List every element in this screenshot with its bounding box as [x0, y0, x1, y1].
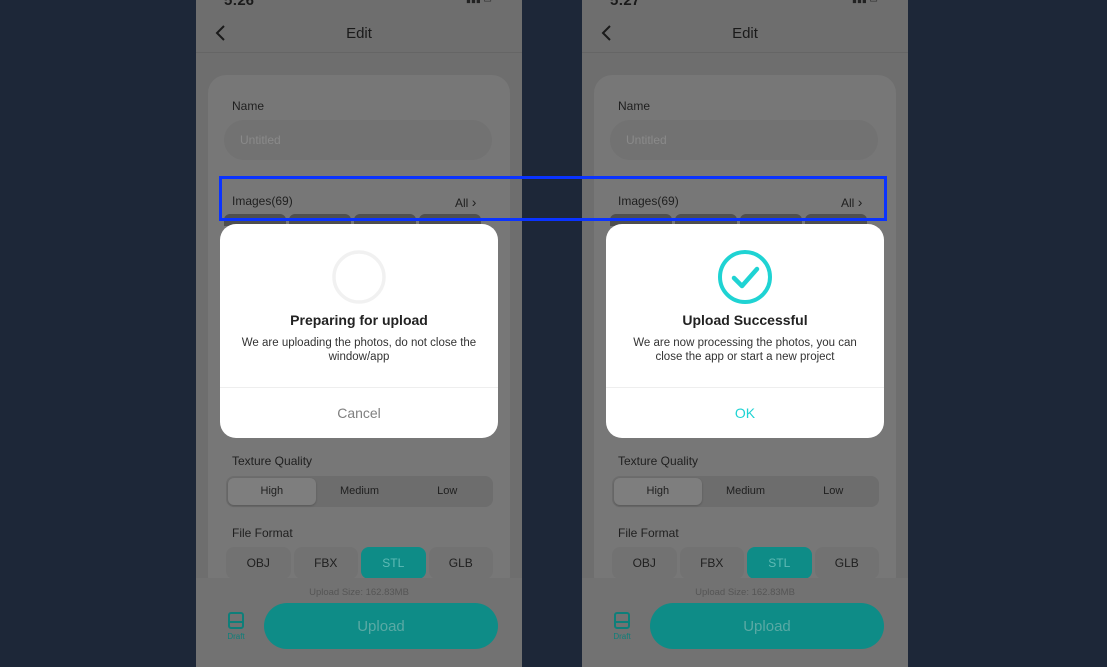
dialog-message: We are now processing the photos, you ca…: [633, 337, 857, 363]
success-check-icon: [717, 249, 773, 305]
divider: [196, 52, 522, 53]
name-label: Name: [232, 99, 265, 113]
format-option-fbx[interactable]: FBX: [679, 547, 744, 579]
draft-label: Draft: [613, 632, 631, 641]
upload-size: Upload Size: 162.83MB: [309, 587, 409, 598]
status-icons: ▮▮▮ ▭: [852, 0, 892, 4]
upload-button[interactable]: Upload: [264, 603, 498, 649]
format-option-stl[interactable]: STL: [361, 547, 426, 579]
file-format-selector: OBJ FBX STL GLB: [226, 547, 493, 579]
format-option-stl[interactable]: STL: [747, 547, 812, 579]
file-format-label: File Format: [232, 526, 293, 540]
dialog-title: Upload Successful: [682, 312, 808, 328]
texture-quality-selector: High Medium Low: [226, 476, 493, 507]
texture-quality-label: Texture Quality: [232, 454, 313, 468]
draft-icon: [614, 612, 630, 629]
status-icons: ▮▮▮ ▭: [466, 0, 506, 4]
dialog-title: Preparing for upload: [290, 312, 428, 328]
loading-spinner-icon: [331, 249, 387, 305]
status-time: 5:26: [224, 0, 255, 9]
highlight-box: [219, 176, 887, 221]
page-title: Edit: [346, 25, 372, 42]
name-label: Name: [618, 99, 651, 113]
draft-button[interactable]: Draft: [224, 612, 248, 641]
file-format-label: File Format: [618, 526, 679, 540]
phone-screen-2: 5:27 ▮▮▮ ▭ Edit Name Untitled Images(69)…: [582, 0, 908, 667]
divider: [582, 52, 908, 53]
page-title: Edit: [732, 25, 758, 42]
dialog-message: We are uploading the photos, do not clos…: [241, 337, 477, 363]
format-option-obj[interactable]: OBJ: [612, 547, 677, 579]
format-option-glb[interactable]: GLB: [428, 547, 493, 579]
name-input[interactable]: Untitled: [610, 120, 878, 160]
dialog-button[interactable]: Cancel: [220, 388, 498, 438]
format-option-obj[interactable]: OBJ: [226, 547, 291, 579]
texture-quality-selector: High Medium Low: [612, 476, 879, 507]
texture-option-high[interactable]: High: [228, 478, 316, 505]
texture-option-high[interactable]: High: [614, 478, 702, 505]
format-option-fbx[interactable]: FBX: [293, 547, 358, 579]
file-format-selector: OBJ FBX STL GLB: [612, 547, 879, 579]
upload-dialog: Preparing for upload We are uploading th…: [220, 224, 498, 438]
texture-option-low[interactable]: Low: [789, 478, 877, 505]
texture-quality-label: Texture Quality: [618, 454, 699, 468]
texture-option-medium[interactable]: Medium: [316, 478, 404, 505]
name-input[interactable]: Untitled: [224, 120, 492, 160]
status-time: 5:27: [610, 0, 641, 9]
phone-screen-1: 5:26 ▮▮▮ ▭ Edit Name Untitled Images(69)…: [196, 0, 522, 667]
draft-label: Draft: [227, 632, 245, 641]
texture-option-medium[interactable]: Medium: [702, 478, 790, 505]
format-option-glb[interactable]: GLB: [814, 547, 879, 579]
draft-icon: [228, 612, 244, 629]
dialog-button[interactable]: OK: [606, 388, 884, 438]
texture-option-low[interactable]: Low: [403, 478, 491, 505]
upload-size: Upload Size: 162.83MB: [695, 587, 795, 598]
upload-dialog: Upload Successful We are now processing …: [606, 224, 884, 438]
draft-button[interactable]: Draft: [610, 612, 634, 641]
upload-button[interactable]: Upload: [650, 603, 884, 649]
